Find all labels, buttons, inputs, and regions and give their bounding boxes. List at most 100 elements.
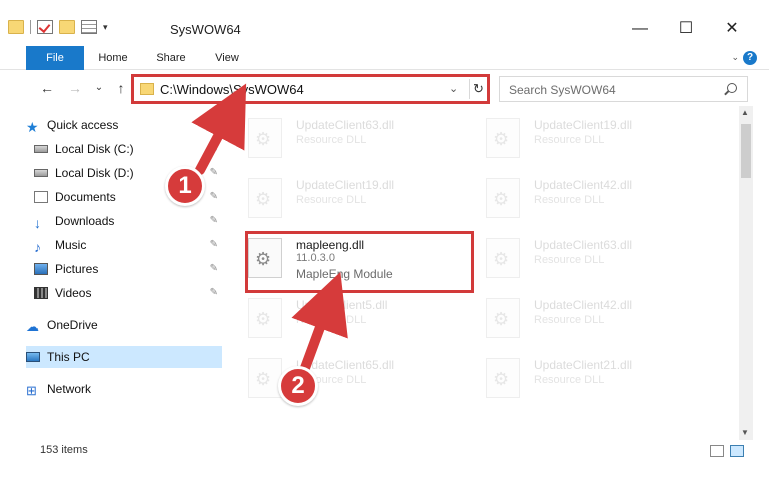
scroll-down-icon[interactable]: ▼ bbox=[741, 428, 749, 437]
properties-check-icon[interactable] bbox=[37, 20, 53, 34]
details-view-icon[interactable] bbox=[710, 445, 724, 457]
navigation-bar: ← → ⌄ ↑ C:\Windows\SysWOW64 ⌄ ↻ Search S… bbox=[0, 72, 769, 106]
music-icon: ♪ bbox=[34, 239, 41, 255]
dll-file-icon bbox=[486, 298, 520, 338]
forward-arrow-icon[interactable]: → bbox=[66, 78, 84, 98]
sidebar-item-quick-access[interactable]: ★ Quick access bbox=[26, 114, 222, 136]
search-placeholder[interactable]: Search SysWOW64 bbox=[509, 83, 616, 97]
pin-icon[interactable]: ✎ bbox=[210, 191, 218, 202]
maximize-button[interactable]: ☐ bbox=[663, 14, 709, 44]
file-tile[interactable]: UpdateClient42.dll Resource DLL bbox=[466, 292, 686, 348]
sidebar-item-music[interactable]: ♪ Music ✎ bbox=[26, 234, 222, 256]
step-2-badge: 2 bbox=[278, 366, 318, 406]
onedrive-icon: ☁ bbox=[26, 319, 39, 334]
pin-icon[interactable]: ✎ bbox=[210, 287, 218, 298]
ribbon: File Home Share View ⌄ ? bbox=[0, 46, 769, 70]
scroll-thumb[interactable] bbox=[741, 124, 751, 178]
downloads-icon: ↓ bbox=[34, 215, 41, 231]
sidebar-item-label: This PC bbox=[47, 350, 90, 364]
sidebar-item-label: OneDrive bbox=[47, 318, 98, 332]
file-name: UpdateClient63.dll bbox=[534, 238, 633, 252]
back-arrow-icon[interactable]: ← bbox=[38, 78, 56, 98]
search-icon[interactable] bbox=[727, 83, 737, 93]
pin-icon[interactable]: ✎ bbox=[210, 263, 218, 274]
disk-icon bbox=[34, 145, 48, 153]
title-bar: ▾ SysWOW64 — ☐ ✕ bbox=[0, 0, 769, 44]
large-icons-view-icon[interactable] bbox=[730, 445, 744, 457]
pictures-icon bbox=[34, 263, 48, 275]
sidebar-item-label: Music bbox=[55, 238, 87, 252]
scroll-up-icon[interactable]: ▲ bbox=[741, 108, 749, 117]
properties-icon[interactable] bbox=[81, 20, 97, 34]
step-1-badge: 1 bbox=[165, 166, 205, 206]
star-icon: ★ bbox=[26, 119, 39, 135]
address-bar[interactable]: C:\Windows\SysWOW64 ⌄ ↻ bbox=[133, 76, 488, 102]
tab-share[interactable]: Share bbox=[148, 46, 194, 70]
customize-toolbar-icon[interactable]: ▾ bbox=[103, 22, 108, 33]
sidebar-item-downloads[interactable]: ↓ Downloads ✎ bbox=[26, 210, 222, 232]
file-tile[interactable]: UpdateClient21.dll Resource DLL bbox=[466, 352, 686, 408]
address-dropdown-icon[interactable]: ⌄ bbox=[449, 82, 458, 95]
this-pc-icon bbox=[26, 352, 40, 362]
folder-icon[interactable] bbox=[8, 20, 24, 34]
dll-file-icon bbox=[248, 178, 282, 218]
file-name: UpdateClient21.dll bbox=[534, 358, 633, 372]
tab-view[interactable]: View bbox=[206, 46, 248, 70]
sidebar-item-label: Quick access bbox=[47, 118, 119, 132]
tab-file[interactable]: File bbox=[26, 46, 84, 70]
sidebar-item-this-pc[interactable]: This PC bbox=[26, 346, 222, 368]
expand-ribbon-icon[interactable]: ⌄ bbox=[731, 52, 739, 63]
documents-icon bbox=[34, 191, 48, 203]
file-version: 11.0.3.0 bbox=[296, 252, 335, 264]
file-tile[interactable]: UpdateClient19.dll Resource DLL bbox=[466, 112, 686, 168]
dll-file-icon bbox=[248, 358, 282, 398]
sidebar-item-label: Videos bbox=[55, 286, 92, 300]
file-tile[interactable]: UpdateClient42.dll Resource DLL bbox=[466, 172, 686, 228]
address-path[interactable]: C:\Windows\SysWOW64 bbox=[160, 82, 304, 97]
dll-file-icon bbox=[248, 298, 282, 338]
folder-icon bbox=[140, 83, 154, 95]
toolbar-separator bbox=[30, 20, 31, 34]
vertical-scrollbar[interactable]: ▲ ▼ bbox=[739, 106, 753, 440]
file-tile-mapleeng[interactable]: mapleeng.dll 11.0.3.0 MapleEng Module bbox=[228, 232, 448, 288]
new-folder-icon[interactable] bbox=[59, 20, 75, 34]
file-tile[interactable]: UpdateClient65.dll Resource DLL bbox=[228, 352, 448, 408]
file-name: mapleeng.dll bbox=[296, 238, 365, 252]
sidebar-item-pictures[interactable]: Pictures ✎ bbox=[26, 258, 222, 280]
tab-home[interactable]: Home bbox=[90, 46, 136, 70]
pin-icon[interactable]: ✎ bbox=[210, 215, 218, 226]
disk-icon bbox=[34, 169, 48, 177]
up-arrow-icon[interactable]: ↑ bbox=[112, 78, 130, 98]
dll-file-icon bbox=[486, 358, 520, 398]
pin-icon[interactable]: ✎ bbox=[210, 239, 218, 250]
dll-file-icon bbox=[248, 118, 282, 158]
file-tile[interactable]: UpdateClient63.dll Resource DLL bbox=[466, 232, 686, 288]
file-tile[interactable]: UpdateClient19.dll Resource DLL bbox=[228, 172, 448, 228]
search-box[interactable]: Search SysWOW64 bbox=[499, 76, 748, 102]
pin-icon[interactable]: ✎ bbox=[210, 167, 218, 178]
sidebar-item-label: Local Disk (D:) bbox=[55, 166, 134, 180]
help-icon[interactable]: ? bbox=[743, 51, 757, 65]
file-name: UpdateClient19.dll bbox=[296, 178, 395, 192]
close-button[interactable]: ✕ bbox=[709, 14, 755, 44]
file-name: UpdateClient42.dll bbox=[534, 298, 633, 312]
file-description: Resource DLL bbox=[534, 374, 605, 386]
sidebar-item-label: Downloads bbox=[55, 214, 115, 228]
pin-icon[interactable]: ✎ bbox=[210, 143, 218, 154]
file-name: UpdateClient19.dll bbox=[534, 118, 633, 132]
refresh-icon[interactable]: ↻ bbox=[469, 79, 487, 99]
quick-access-toolbar: ▾ bbox=[8, 17, 108, 37]
status-bar: 153 items bbox=[0, 440, 769, 462]
item-count: 153 items bbox=[40, 444, 88, 456]
file-tile[interactable]: UpdateClient63.dll Resource DLL bbox=[228, 112, 448, 168]
recent-locations-icon[interactable]: ⌄ bbox=[90, 78, 108, 98]
minimize-button[interactable]: — bbox=[617, 14, 663, 44]
file-tile[interactable]: UpdateClient5.dll Resource DLL bbox=[228, 292, 448, 348]
sidebar-item-local-disk-c[interactable]: Local Disk (C:) ✎ bbox=[26, 138, 222, 160]
sidebar-item-label: Documents bbox=[55, 190, 116, 204]
sidebar-item-network[interactable]: ⊞ Network bbox=[26, 378, 222, 400]
file-description: Resource DLL bbox=[534, 134, 605, 146]
sidebar-item-onedrive[interactable]: ☁ OneDrive bbox=[26, 314, 222, 336]
sidebar-item-label: Network bbox=[47, 382, 92, 396]
sidebar-item-videos[interactable]: Videos ✎ bbox=[26, 282, 222, 304]
